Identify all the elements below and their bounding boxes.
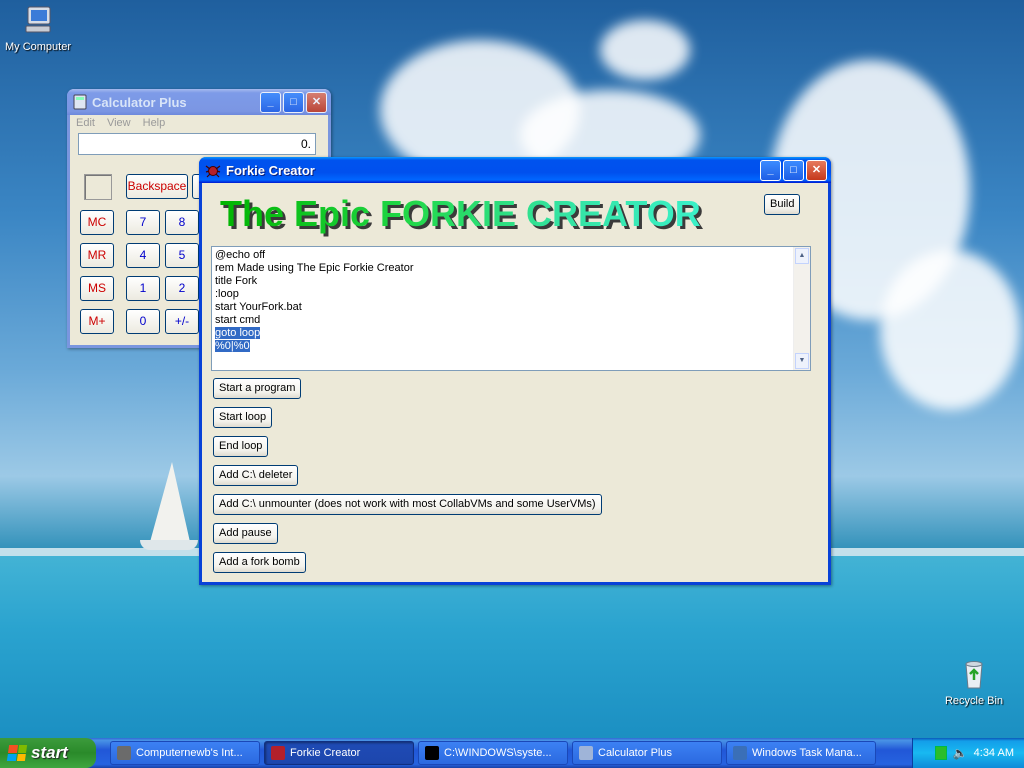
desktop-icon-recycle-bin[interactable]: Recycle Bin: [934, 658, 1014, 707]
code-line-text: title Fork: [215, 275, 258, 287]
cloud: [600, 20, 690, 80]
code-line: start cmd: [215, 314, 807, 327]
task-app-icon: [579, 746, 593, 760]
desktop-icon-label: Recycle Bin: [944, 695, 1004, 707]
sailboat-hull: [140, 540, 198, 550]
add-fork-bomb-button[interactable]: Add a fork bomb: [213, 552, 306, 573]
start-button[interactable]: start: [0, 738, 96, 768]
network-icon[interactable]: [934, 746, 947, 760]
taskbar-button-label: Windows Task Mana...: [752, 747, 862, 759]
taskbar-button-label: Forkie Creator: [290, 747, 361, 759]
taskbar-button-label: Computernewb's Int...: [136, 747, 243, 759]
clock[interactable]: 4:34 AM: [974, 747, 1014, 759]
taskbar-button[interactable]: Windows Task Mana...: [726, 741, 876, 765]
windows-logo-icon: [6, 745, 28, 761]
code-line-text: %0|%0: [215, 340, 250, 352]
taskbar-button[interactable]: Calculator Plus: [572, 741, 722, 765]
task-list: Computernewb's Int... Forkie Creator C:\WI…: [106, 741, 876, 765]
forkie-titlebar[interactable]: Forkie Creator _ □ ✕: [199, 157, 831, 183]
spider-icon: [205, 165, 221, 178]
digit-0-button[interactable]: 0: [126, 309, 160, 334]
minimize-button[interactable]: _: [260, 91, 281, 113]
maximize-button[interactable]: □: [783, 159, 804, 181]
forkie-title: Forkie Creator: [226, 162, 315, 178]
code-line: start YourFork.bat: [215, 301, 807, 314]
system-tray: 🔈 4:34 AM: [912, 738, 1024, 768]
digit-5-button[interactable]: 5: [165, 243, 199, 268]
code-line-text: @echo off: [215, 249, 266, 261]
code-line-text: rem Made using The Epic Forkie Creator: [215, 262, 414, 274]
end-loop-button[interactable]: End loop: [213, 436, 269, 457]
scroll-down-arrow-icon[interactable]: ▼: [795, 353, 809, 369]
calculator-icon: [73, 94, 87, 110]
ms-button[interactable]: MS: [80, 276, 114, 301]
digit-8-button[interactable]: 8: [165, 210, 199, 235]
memory-indicator: [84, 174, 112, 200]
close-button[interactable]: ✕: [806, 159, 827, 181]
desktop-icon-my-computer[interactable]: My Computer: [0, 4, 78, 53]
taskbar: start Computernewb's Int... Forkie Creato…: [0, 738, 1024, 768]
vertical-scrollbar[interactable]: ▲ ▼: [793, 247, 810, 370]
add-pause-button[interactable]: Add pause: [213, 523, 278, 544]
taskbar-button[interactable]: Forkie Creator: [264, 741, 414, 765]
desktop-icon-label: My Computer: [4, 41, 72, 53]
code-line-text: start YourFork.bat: [215, 301, 302, 313]
code-line-text: start cmd: [215, 314, 261, 326]
forkie-client-area: The Epic FORKIE CREATOR The Epic FORKIE …: [202, 183, 822, 579]
code-line-text: :loop: [215, 288, 239, 300]
app-banner: The Epic FORKIE CREATOR: [220, 193, 701, 234]
code-line: goto loop: [215, 327, 807, 340]
sailboat-sail: [150, 462, 190, 542]
task-app-icon: [425, 746, 439, 760]
add-unmounter-button[interactable]: Add C:\ unmounter (does not work with mo…: [213, 494, 602, 515]
add-deleter-button[interactable]: Add C:\ deleter: [213, 465, 299, 486]
cloud: [880, 250, 1020, 410]
sign-toggle-button[interactable]: +/-: [165, 309, 199, 334]
build-button[interactable]: Build: [764, 194, 801, 215]
close-button[interactable]: ✕: [306, 91, 327, 113]
volume-icon[interactable]: 🔈: [953, 746, 968, 760]
code-line: :loop: [215, 288, 807, 301]
m-plus-button[interactable]: M+: [80, 309, 114, 334]
code-lines: @echo off rem Made using The Epic Forkie …: [212, 247, 810, 355]
task-app-icon: [733, 746, 747, 760]
calculator-display: 0.: [78, 133, 316, 155]
task-app-icon: [271, 746, 285, 760]
recycle-bin-icon: [965, 661, 983, 689]
task-app-icon: [117, 746, 131, 760]
code-line-text: goto loop: [215, 327, 261, 339]
code-line: rem Made using The Epic Forkie Creator: [215, 262, 807, 275]
digit-2-button[interactable]: 2: [165, 276, 199, 301]
maximize-button[interactable]: □: [283, 91, 304, 113]
digit-7-button[interactable]: 7: [126, 210, 160, 235]
minimize-button[interactable]: _: [760, 159, 781, 181]
code-line: title Fork: [215, 275, 807, 288]
start-loop-button[interactable]: Start loop: [213, 407, 273, 428]
my-computer-icon: [25, 6, 51, 33]
mr-button[interactable]: MR: [80, 243, 114, 268]
taskbar-button-label: Calculator Plus: [598, 747, 672, 759]
mc-button[interactable]: MC: [80, 210, 114, 235]
taskbar-button[interactable]: Computernewb's Int...: [110, 741, 260, 765]
batch-code-editor[interactable]: @echo off rem Made using The Epic Forkie …: [211, 246, 811, 371]
forkie-creator-window[interactable]: Forkie Creator _ □ ✕ The Epic FORKIE CRE…: [199, 157, 831, 585]
digit-1-button[interactable]: 1: [126, 276, 160, 301]
code-line: @echo off: [215, 249, 807, 262]
digit-4-button[interactable]: 4: [126, 243, 160, 268]
start-program-button[interactable]: Start a program: [213, 378, 302, 399]
calculator-title: Calculator Plus: [92, 94, 187, 110]
calculator-titlebar[interactable]: Calculator Plus _ □ ✕: [67, 89, 331, 115]
start-label: start: [31, 743, 68, 762]
scroll-up-arrow-icon[interactable]: ▲: [795, 248, 809, 264]
taskbar-button-label: C:\WINDOWS\syste...: [444, 747, 552, 759]
taskbar-button[interactable]: C:\WINDOWS\syste...: [418, 741, 568, 765]
code-line: %0|%0: [215, 340, 807, 353]
backspace-button[interactable]: Backspace: [126, 174, 188, 199]
